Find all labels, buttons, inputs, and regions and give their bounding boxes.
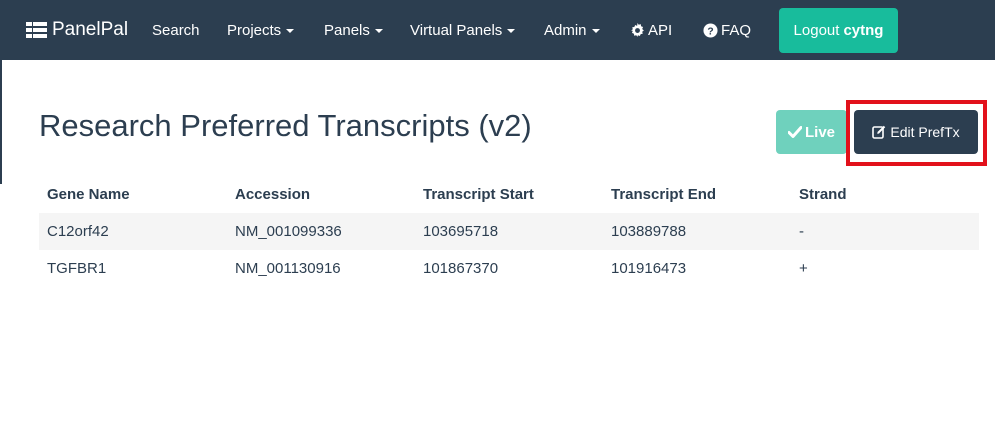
gear-icon xyxy=(630,22,645,38)
header-accession: Accession xyxy=(235,186,311,203)
brand-name: PanelPal xyxy=(52,19,129,40)
nav-projects-label: Projects xyxy=(227,21,282,39)
logout-button[interactable]: Logout cytng xyxy=(779,8,898,53)
cell-transcript-end: 101916473 xyxy=(611,260,687,277)
nav-api-label: API xyxy=(648,21,673,39)
caret-down-icon xyxy=(591,29,600,33)
nav-virtual-panels-label: Virtual Panels xyxy=(410,21,503,39)
check-icon xyxy=(787,126,802,138)
nav-search-label: Search xyxy=(152,21,200,39)
nav-api[interactable]: API xyxy=(630,0,672,60)
cell-transcript-end: 103889788 xyxy=(611,223,687,240)
nav-panels-dropdown[interactable]: Panels xyxy=(324,0,383,60)
nav-projects-dropdown[interactable]: Projects xyxy=(227,0,295,60)
edit-label: Edit PrefTx xyxy=(890,124,960,140)
table-icon xyxy=(26,21,47,39)
header-strand: Strand xyxy=(799,186,847,203)
cell-strand: + xyxy=(799,260,808,277)
logout-label: Logout xyxy=(793,22,840,39)
caret-down-icon xyxy=(374,29,383,33)
nav-virtual-panels-dropdown[interactable]: Virtual Panels xyxy=(410,0,516,60)
brand-link[interactable]: PanelPal xyxy=(26,0,128,60)
header-transcript-start: Transcript Start xyxy=(423,186,534,203)
question-circle-icon: ? xyxy=(703,22,718,38)
caret-down-icon xyxy=(286,29,295,33)
nav-faq-label: FAQ xyxy=(721,21,752,39)
header-gene-name: Gene Name xyxy=(47,186,130,203)
cell-strand: - xyxy=(799,223,804,240)
caret-down-icon xyxy=(507,29,516,33)
edit-icon xyxy=(872,125,886,139)
table-row: C12orf42 NM_001099336 103695718 10388978… xyxy=(39,213,979,250)
cell-accession: NM_001130916 xyxy=(235,260,341,277)
nav-faq[interactable]: ? FAQ xyxy=(703,0,751,60)
nav-panels-label: Panels xyxy=(324,21,370,39)
edit-preftx-button[interactable]: Edit PrefTx xyxy=(854,110,978,154)
cell-gene-name: C12orf42 xyxy=(47,223,109,240)
live-label: Live xyxy=(804,123,835,141)
svg-text:?: ? xyxy=(707,26,713,37)
table-header-row: Gene Name Accession Transcript Start Tra… xyxy=(39,176,979,213)
username: cytng xyxy=(843,22,884,39)
navbar: PanelPal Search Projects Panels Virtual … xyxy=(0,0,995,60)
page-title: Research Preferred Transcripts (v2) xyxy=(39,108,532,143)
cell-transcript-start: 103695718 xyxy=(423,223,499,240)
nav-search[interactable]: Search xyxy=(152,0,200,60)
cell-gene-name: TGFBR1 xyxy=(47,260,107,277)
nav-admin-label: Admin xyxy=(544,21,587,39)
cell-accession: NM_001099336 xyxy=(235,223,342,240)
header-transcript-end: Transcript End xyxy=(611,186,717,203)
transcripts-table: Gene Name Accession Transcript Start Tra… xyxy=(39,176,979,287)
nav-admin-dropdown[interactable]: Admin xyxy=(544,0,600,60)
live-button[interactable]: Live xyxy=(776,110,847,154)
cell-transcript-start: 101867370 xyxy=(423,260,499,277)
table-row: TGFBR1 NM_001130916 101867370 101916473 … xyxy=(39,250,979,287)
left-edge-strip xyxy=(0,60,2,184)
